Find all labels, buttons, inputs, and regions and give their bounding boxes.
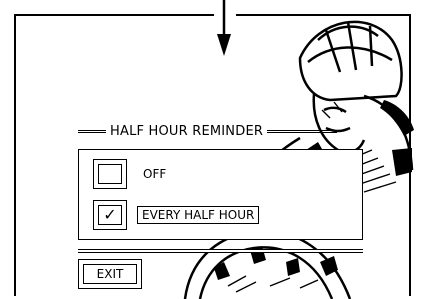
exit-button[interactable]: EXIT [78,259,142,289]
off-label: OFF [143,167,167,181]
dialog-title-row: HALF HOUR REMINDER [78,122,338,140]
separator [78,249,363,253]
every-half-hour-checkbox[interactable]: ✓ [93,200,127,230]
off-checkbox-inner [98,164,122,184]
title-dash-right [267,129,338,133]
down-arrow-icon [217,0,231,56]
options-panel: OFF ✓ EVERY HALF HOUR [78,149,363,240]
option-off[interactable]: OFF [93,159,166,189]
off-checkbox[interactable] [93,159,127,189]
title-dash-left [78,129,106,133]
option-every-half-hour[interactable]: ✓ EVERY HALF HOUR [93,200,260,230]
every-half-hour-label: EVERY HALF HOUR [137,206,260,224]
exit-label: EXIT [83,264,137,284]
check-mark-icon: ✓ [98,205,122,225]
dialog-title: HALF HOUR REMINDER [106,123,268,139]
